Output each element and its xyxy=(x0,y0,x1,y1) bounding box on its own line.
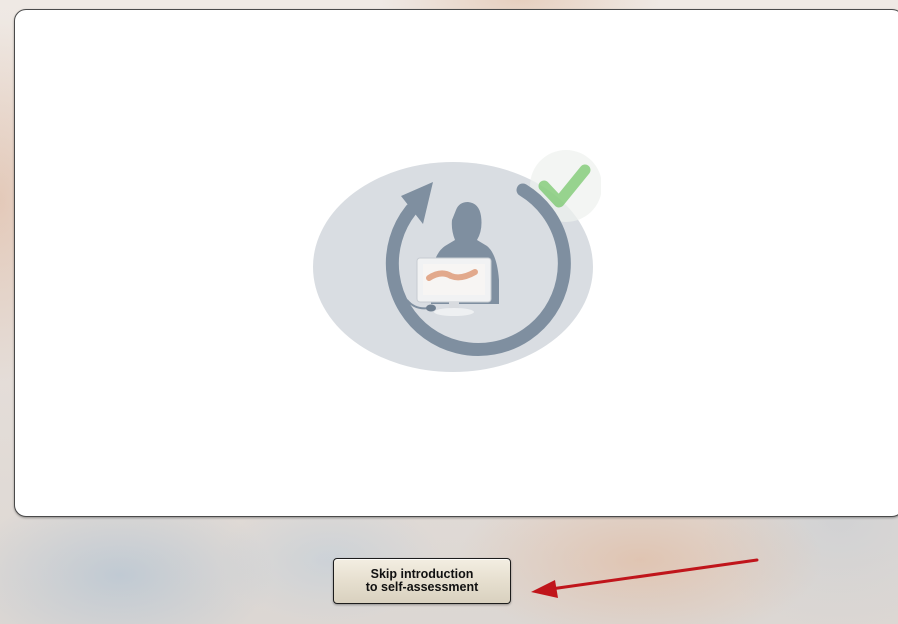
content-panel xyxy=(14,9,898,517)
skip-button-label: Skip introduction to self-assessment xyxy=(366,568,479,594)
red-annotation-arrow-icon xyxy=(525,552,765,602)
skip-button-label-line2: to self-assessment xyxy=(365,580,479,594)
skip-introduction-button[interactable]: Skip introduction to self-assessment xyxy=(333,558,511,604)
loading-illustration xyxy=(311,150,601,380)
